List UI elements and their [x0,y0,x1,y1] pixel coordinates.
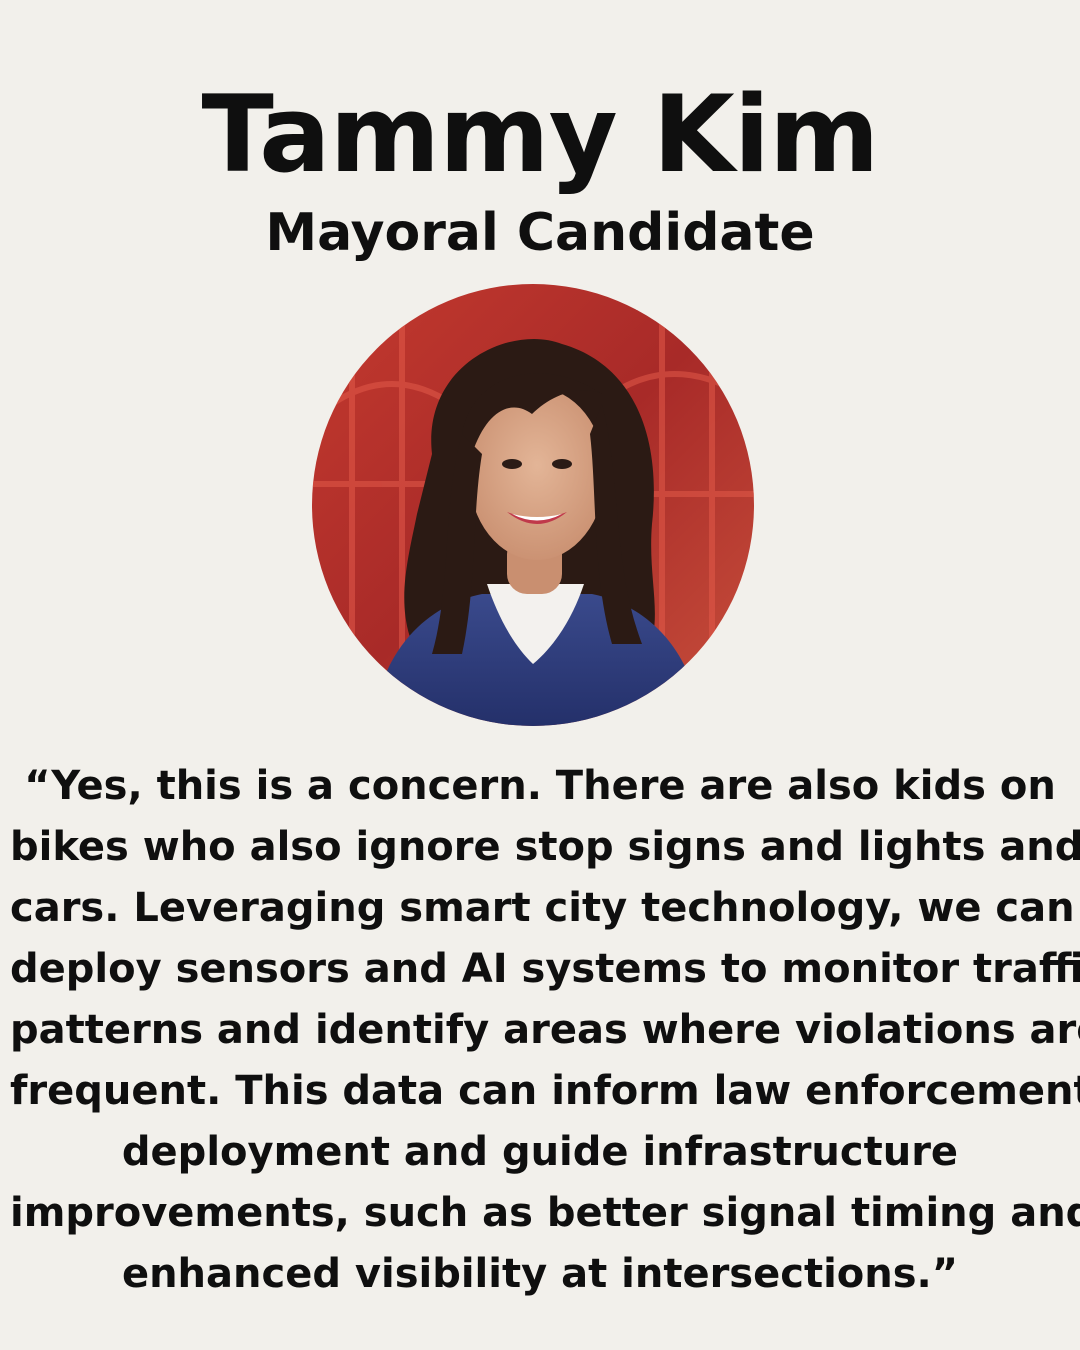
quote-line: patterns and identify areas where violat… [10,1007,1080,1053]
candidate-role: Mayoral Candidate [265,203,815,263]
candidate-card: Tammy Kim Mayoral Candidate “Yes, this i… [0,0,1080,1350]
quote-line: improvements, such as better signal timi… [10,1190,1080,1236]
quote-line: frequent. This data can inform law enfor… [10,1068,1080,1114]
eye-left [502,459,522,469]
candidate-portrait [312,284,754,726]
quote-line: deployment and guide infrastructure [121,1129,959,1175]
candidate-quote: “Yes, this is a concern. There are also … [10,756,1080,1305]
quote-line: cars. Leveraging smart city technology, … [10,885,1075,931]
quote-line: bikes who also ignore stop signs and lig… [10,824,1080,870]
portrait-illustration [312,284,754,726]
candidate-name: Tammy Kim [201,73,880,196]
eye-right [552,459,572,469]
quote-line: “Yes, this is a concern. There are also … [24,763,1056,809]
quote-line: deploy sensors and AI systems to monitor… [10,946,1080,992]
quote-line: enhanced visibility at intersections.” [121,1251,959,1297]
